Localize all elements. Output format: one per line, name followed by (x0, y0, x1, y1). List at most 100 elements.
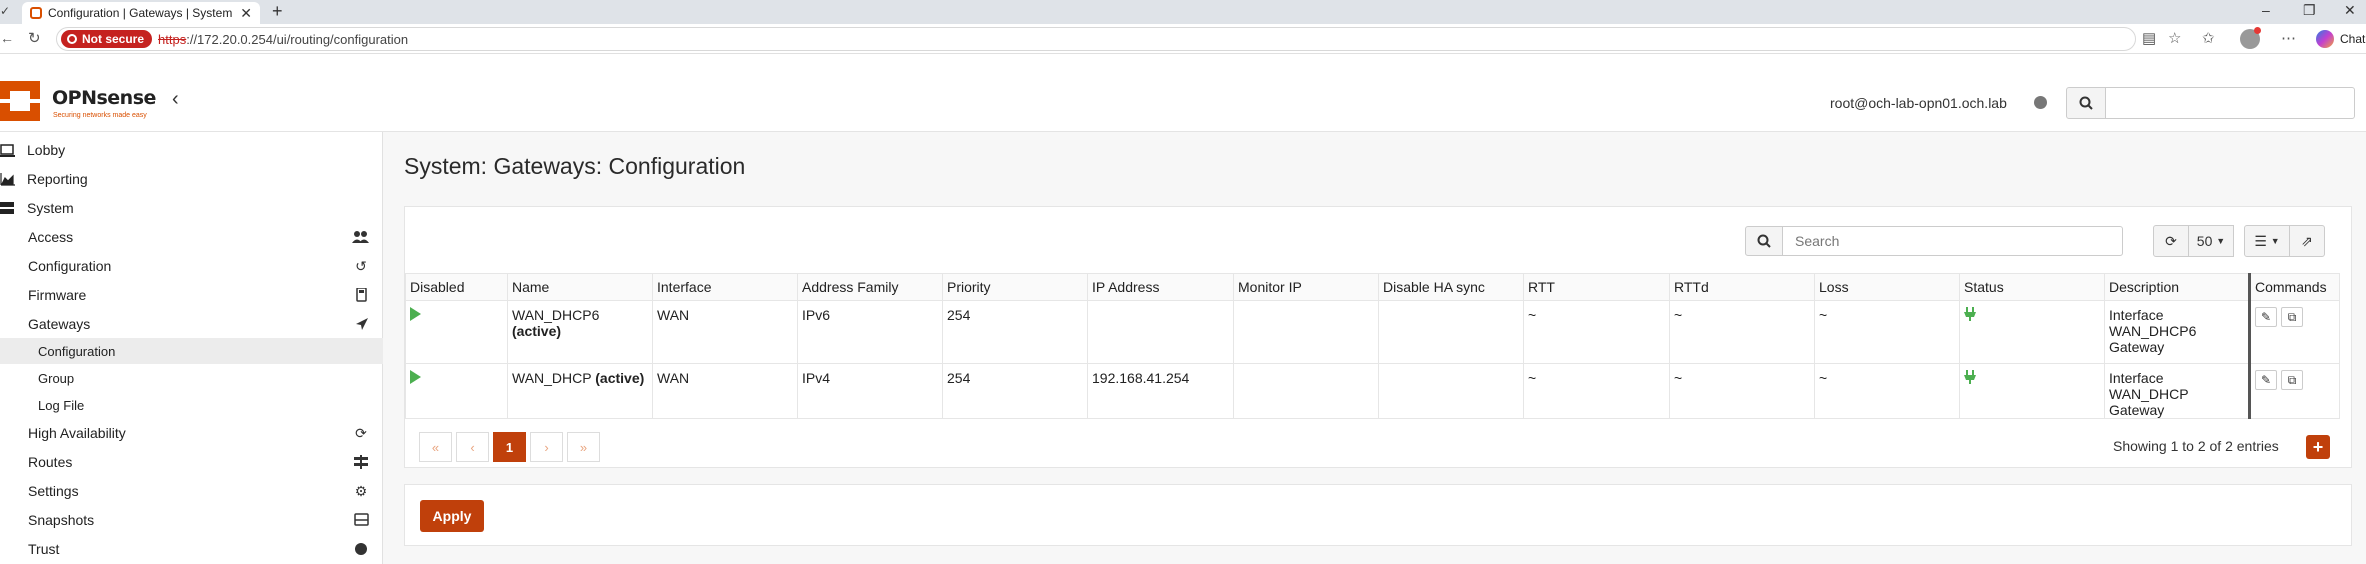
grid-search-button[interactable] (1745, 226, 1783, 256)
collapse-sidebar-chevron-icon[interactable]: ‹ (172, 88, 179, 111)
export-button[interactable]: ⇗ (2289, 225, 2325, 257)
user-label[interactable]: root@och-lab-opn01.och.lab (1830, 95, 2007, 111)
notification-dot (2254, 27, 2261, 34)
system-status-dot[interactable] (2034, 96, 2047, 109)
minimize-icon[interactable]: – (2262, 2, 2270, 18)
refresh-button[interactable]: ⟳ (2153, 225, 2189, 257)
tab-list-chevron-icon[interactable]: ✓ (0, 4, 10, 18)
back-icon[interactable]: ← (0, 30, 14, 46)
clone-icon[interactable]: ⧉ (2281, 370, 2303, 390)
sidebar-item-label: Configuration (28, 258, 112, 274)
sidebar-item-snapshots[interactable]: Snapshots (0, 506, 383, 534)
sidebar-item-configuration[interactable]: Configuration ↺ (0, 252, 383, 280)
status-cell (1959, 363, 2105, 419)
restore-icon[interactable]: ❐ (2303, 2, 2316, 19)
ip-address-cell: 192.168.41.254 (1087, 363, 1234, 419)
sidebar-item-access[interactable]: Access (0, 223, 383, 251)
priority-cell: 254 (942, 363, 1088, 419)
column-header[interactable]: Monitor IP (1233, 273, 1379, 301)
column-header[interactable]: Disable HA sync (1378, 273, 1524, 301)
more-menu-icon[interactable]: ⋯ (2281, 29, 2296, 47)
column-header[interactable]: Address Family (797, 273, 943, 301)
column-header[interactable]: Priority (942, 273, 1088, 301)
column-header[interactable]: Name (507, 273, 653, 301)
reader-mode-icon[interactable]: ▤ (2142, 29, 2156, 47)
column-header[interactable]: RTT (1523, 273, 1670, 301)
header-search-button[interactable] (2066, 87, 2106, 119)
area-chart-icon (0, 173, 15, 186)
table-row[interactable]: WAN_DHCP6 (active) WAN IPv6 254 ~ ~ ~ In… (405, 300, 2340, 364)
collections-icon[interactable]: ✩ (2202, 29, 2215, 47)
description-cell: Interface WAN_DHCP6 Gateway (2104, 300, 2250, 364)
column-header[interactable]: Loss (1814, 273, 1960, 301)
sidebar-item-reporting[interactable]: Reporting (0, 165, 383, 193)
column-header[interactable]: Status (1959, 273, 2105, 301)
sidebar-item-routes[interactable]: Routes (0, 448, 383, 476)
disabled-cell[interactable] (405, 363, 508, 419)
server-icon (0, 202, 14, 214)
address-bar[interactable]: Not secure https://172.20.0.254/ui/routi… (56, 27, 2136, 51)
sidebar-item-lobby[interactable]: Lobby (0, 136, 383, 164)
grid-search-input[interactable] (1783, 226, 2123, 256)
close-window-icon[interactable]: ✕ (2344, 2, 2356, 19)
first-page-button[interactable]: « (419, 432, 452, 462)
close-tab-icon[interactable]: ✕ (240, 5, 252, 22)
app-header: OPNsense Securing networks made easy ‹ r… (0, 54, 2366, 132)
edit-pencil-icon[interactable]: ✎ (2255, 307, 2277, 327)
column-header[interactable]: RTTd (1669, 273, 1815, 301)
browser-tab[interactable]: Configuration | Gateways | System ✕ (22, 2, 260, 24)
grid-search (1745, 226, 2123, 256)
column-header[interactable]: Description (2104, 273, 2250, 301)
location-arrow-icon (356, 318, 368, 330)
next-page-button[interactable]: › (530, 432, 563, 462)
column-header[interactable]: IP Address (1087, 273, 1234, 301)
rtt-cell: ~ (1523, 363, 1670, 419)
page-1-button[interactable]: 1 (493, 432, 526, 462)
search-icon (2079, 96, 2093, 110)
sidebar-item-gateways-configuration[interactable]: Configuration (0, 338, 383, 364)
sidebar-item-system[interactable]: System (0, 194, 383, 222)
page-size-dropdown[interactable]: 50 ▼ (2188, 225, 2234, 257)
enabled-play-icon[interactable] (410, 370, 421, 384)
column-header[interactable]: Interface (652, 273, 798, 301)
sidebar-item-label: Trust (28, 541, 60, 557)
sidebar-item-high-availability[interactable]: High Availability ⟳ (0, 419, 383, 447)
sidebar-item-trust[interactable]: Trust (0, 535, 383, 563)
table-row[interactable]: WAN_DHCP (active) WAN IPv4 254 192.168.4… (405, 363, 2340, 419)
sidebar-item-settings[interactable]: Settings ⚙ (0, 477, 383, 505)
sidebar-item-label: Routes (28, 454, 73, 470)
column-header[interactable]: Disabled (405, 273, 508, 301)
apply-button[interactable]: Apply (420, 500, 484, 532)
sidebar-item-label: Access (28, 229, 74, 245)
sidebar-item-gateways-log-file[interactable]: Log File (0, 392, 383, 418)
disabled-cell[interactable] (405, 300, 508, 364)
ip-address-cell (1087, 300, 1234, 364)
gateways-table: Disabled Name Interface Address Family P… (405, 273, 2340, 419)
opnsense-logo-icon[interactable] (0, 81, 40, 121)
pagination: « ‹ 1 › » (419, 432, 604, 462)
favorite-star-icon[interactable]: ☆ (2168, 29, 2181, 47)
last-page-button[interactable]: » (567, 432, 600, 462)
sidebar-item-label: Gateways (28, 316, 91, 332)
sidebar-item-gateways-group[interactable]: Group (0, 365, 383, 391)
copilot-button[interactable]: Chat (2316, 30, 2365, 48)
gateway-name: WAN_DHCP6 (512, 307, 600, 323)
header-search-input[interactable] (2105, 87, 2355, 119)
enabled-play-icon[interactable] (410, 307, 421, 321)
edit-pencil-icon[interactable]: ✎ (2255, 370, 2277, 390)
monitor-ip-cell (1233, 300, 1379, 364)
prev-page-button[interactable]: ‹ (456, 432, 489, 462)
gateway-name: WAN_DHCP (512, 370, 592, 386)
calculator-icon (356, 288, 367, 302)
new-tab-icon[interactable]: + (272, 1, 283, 22)
add-gateway-button[interactable]: + (2306, 435, 2330, 459)
browser-tab-strip: ✓ Configuration | Gateways | System ✕ + … (0, 0, 2366, 24)
clone-icon[interactable]: ⧉ (2281, 307, 2303, 327)
columns-dropdown[interactable]: ☰ ▼ (2244, 225, 2290, 257)
sidebar-item-label: High Availability (28, 425, 126, 441)
reload-icon[interactable]: ↻ (28, 29, 41, 47)
url-path: ://172.20.0.254/ui/routing/configuration (186, 31, 409, 47)
sidebar-item-gateways[interactable]: Gateways (0, 310, 383, 338)
sidebar-item-firmware[interactable]: Firmware (0, 281, 383, 309)
not-secure-badge[interactable]: Not secure (61, 30, 153, 48)
